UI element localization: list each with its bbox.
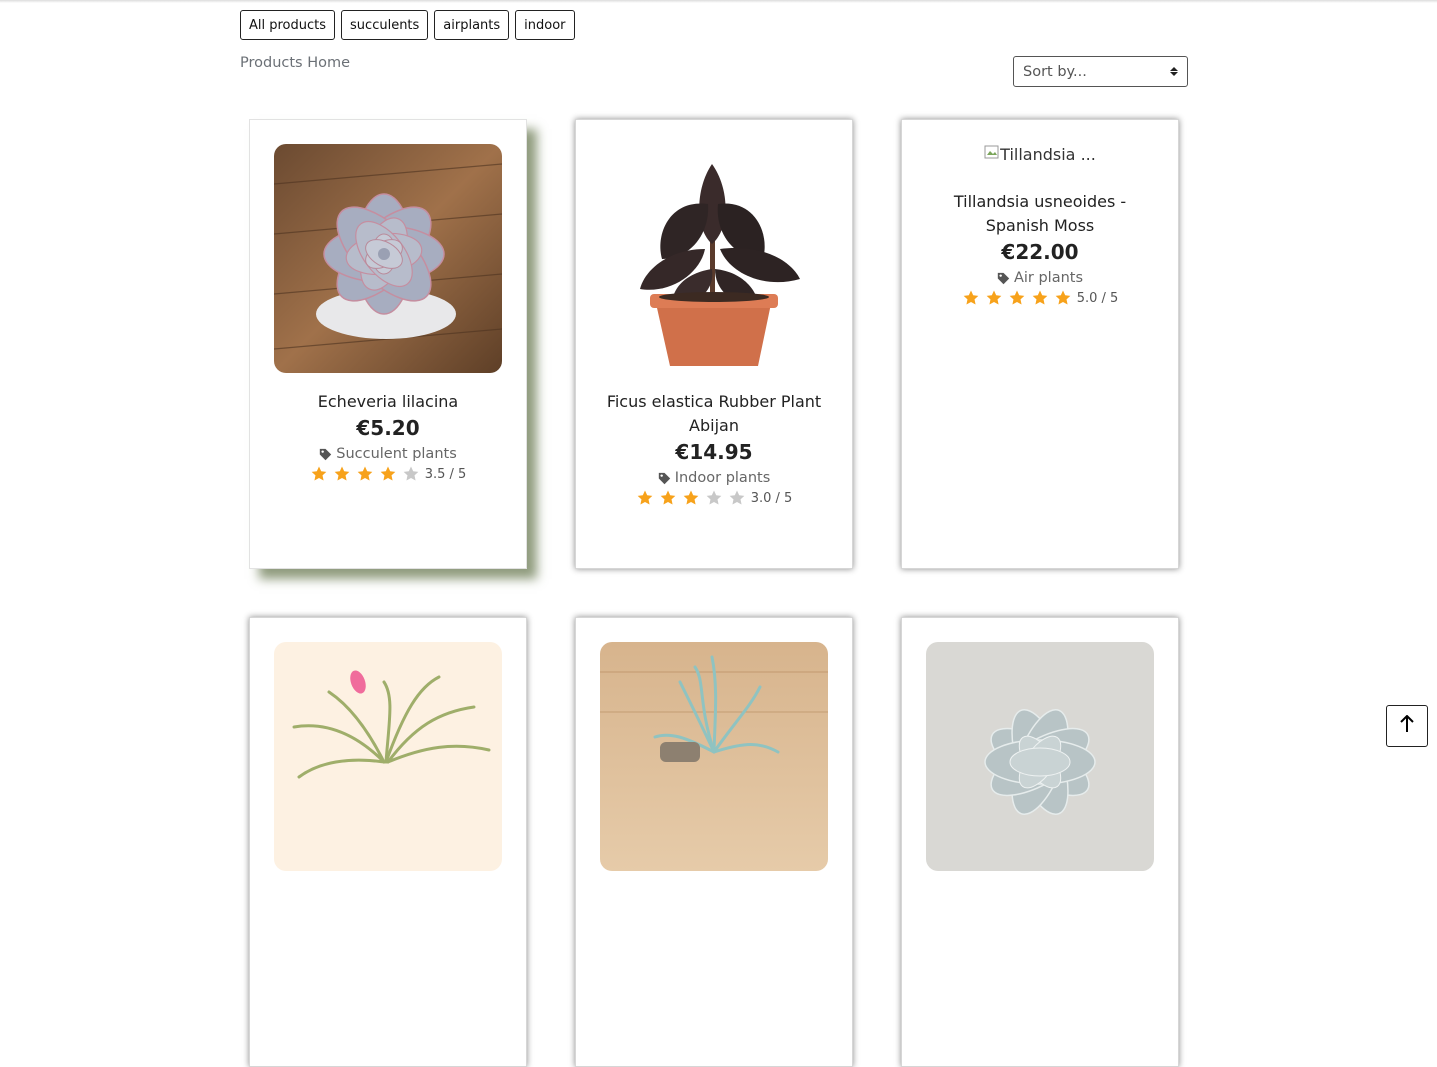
product-image[interactable] (926, 642, 1154, 871)
star-icon (1031, 289, 1049, 307)
filter-indoor-button[interactable]: indoor (515, 10, 575, 40)
product-rating: 5.0 / 5 (902, 289, 1178, 307)
product-category-label: Indoor plants (674, 470, 771, 486)
product-rating: 3.5 / 5 (250, 465, 526, 483)
product-name[interactable]: Echeveria lilacina (270, 390, 506, 414)
star-icon (728, 489, 746, 507)
product-image-broken[interactable]: Tillandsia ... (902, 144, 1178, 164)
rating-value: 3.0 / 5 (750, 490, 793, 506)
product-name[interactable]: Tillandsia usneoides - Spanish Moss (922, 190, 1158, 238)
rating-value: 3.5 / 5 (424, 466, 467, 482)
product-card[interactable] (249, 617, 527, 1067)
star-icon (356, 465, 374, 483)
star-icon (379, 465, 397, 483)
star-icon (985, 289, 1003, 307)
top-shadow (0, 0, 1437, 3)
sort-selected-value: Sort by... (1023, 63, 1087, 80)
star-icon (310, 465, 328, 483)
product-image[interactable] (600, 642, 828, 871)
rating-stars (636, 489, 746, 507)
product-price: €22.00 (1001, 240, 1079, 264)
star-icon (1054, 289, 1072, 307)
filter-airplants-button[interactable]: airplants (434, 10, 510, 40)
product-category: Succulent plants (250, 446, 526, 462)
tag-icon (319, 448, 332, 461)
product-rating: 3.0 / 5 (576, 489, 852, 507)
breadcrumb: Products Home (240, 55, 351, 71)
broken-image-icon (984, 144, 1000, 164)
star-icon (1008, 289, 1026, 307)
rating-value: 5.0 / 5 (1076, 290, 1119, 306)
category-filter-bar: All products succulents airplants indoor (240, 10, 575, 40)
product-category-label: Air plants (1013, 270, 1084, 286)
rating-stars (962, 289, 1072, 307)
product-category: Air plants (902, 270, 1178, 286)
product-price: €14.95 (675, 440, 753, 464)
product-card[interactable] (901, 617, 1179, 1067)
product-card[interactable]: Ficus elastica Rubber Plant Abijan €14.9… (575, 119, 853, 569)
product-name[interactable]: Ficus elastica Rubber Plant Abijan (596, 390, 832, 438)
product-category: Indoor plants (576, 470, 852, 486)
sort-select[interactable]: Sort by... (1013, 56, 1188, 87)
product-card[interactable] (575, 617, 853, 1067)
star-icon (333, 465, 351, 483)
tag-icon (658, 472, 671, 485)
tag-icon (997, 272, 1010, 285)
product-price: €5.20 (356, 416, 420, 440)
product-image[interactable] (274, 642, 502, 871)
product-image[interactable] (600, 144, 828, 373)
filter-all-products-button[interactable]: All products (240, 10, 336, 40)
star-icon (402, 465, 420, 483)
star-icon (705, 489, 723, 507)
arrow-up-icon (1399, 714, 1415, 737)
star-icon (962, 289, 980, 307)
rating-stars (310, 465, 420, 483)
product-category-label: Succulent plants (336, 446, 457, 462)
product-card[interactable]: Tillandsia ... Tillandsia usneoides - Sp… (901, 119, 1179, 569)
filter-succulents-button[interactable]: succulents (341, 10, 429, 40)
star-icon (682, 489, 700, 507)
star-icon (659, 489, 677, 507)
star-icon (636, 489, 654, 507)
sort-caret-icon (1170, 67, 1178, 76)
product-image[interactable] (274, 144, 502, 373)
product-card[interactable]: Echeveria lilacina €5.20 Succulent plant… (249, 119, 527, 569)
product-image-alt: Tillandsia ... (1000, 144, 1096, 164)
scroll-to-top-button[interactable] (1386, 705, 1428, 747)
